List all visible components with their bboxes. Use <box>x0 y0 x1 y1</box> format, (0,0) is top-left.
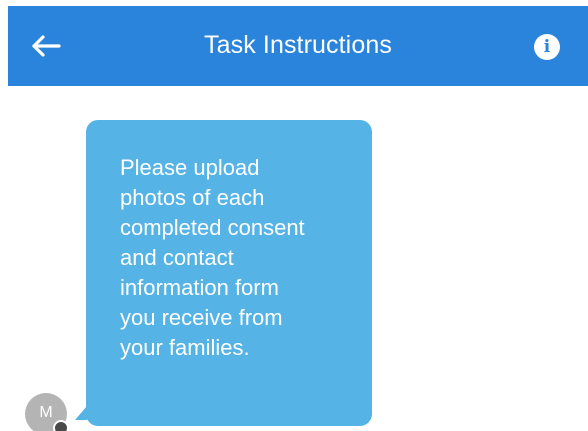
task-instructions-screen: Task Instructions i Please upload photos… <box>0 0 588 431</box>
info-button[interactable]: i <box>534 34 560 60</box>
message-bubble: Please upload photos of each completed c… <box>86 120 372 426</box>
page-title: Task Instructions <box>204 31 392 59</box>
app-bar: Task Instructions i <box>8 6 588 86</box>
status-dot <box>53 420 69 431</box>
message-text: Please upload photos of each completed c… <box>120 155 305 360</box>
info-icon: i <box>543 37 551 57</box>
